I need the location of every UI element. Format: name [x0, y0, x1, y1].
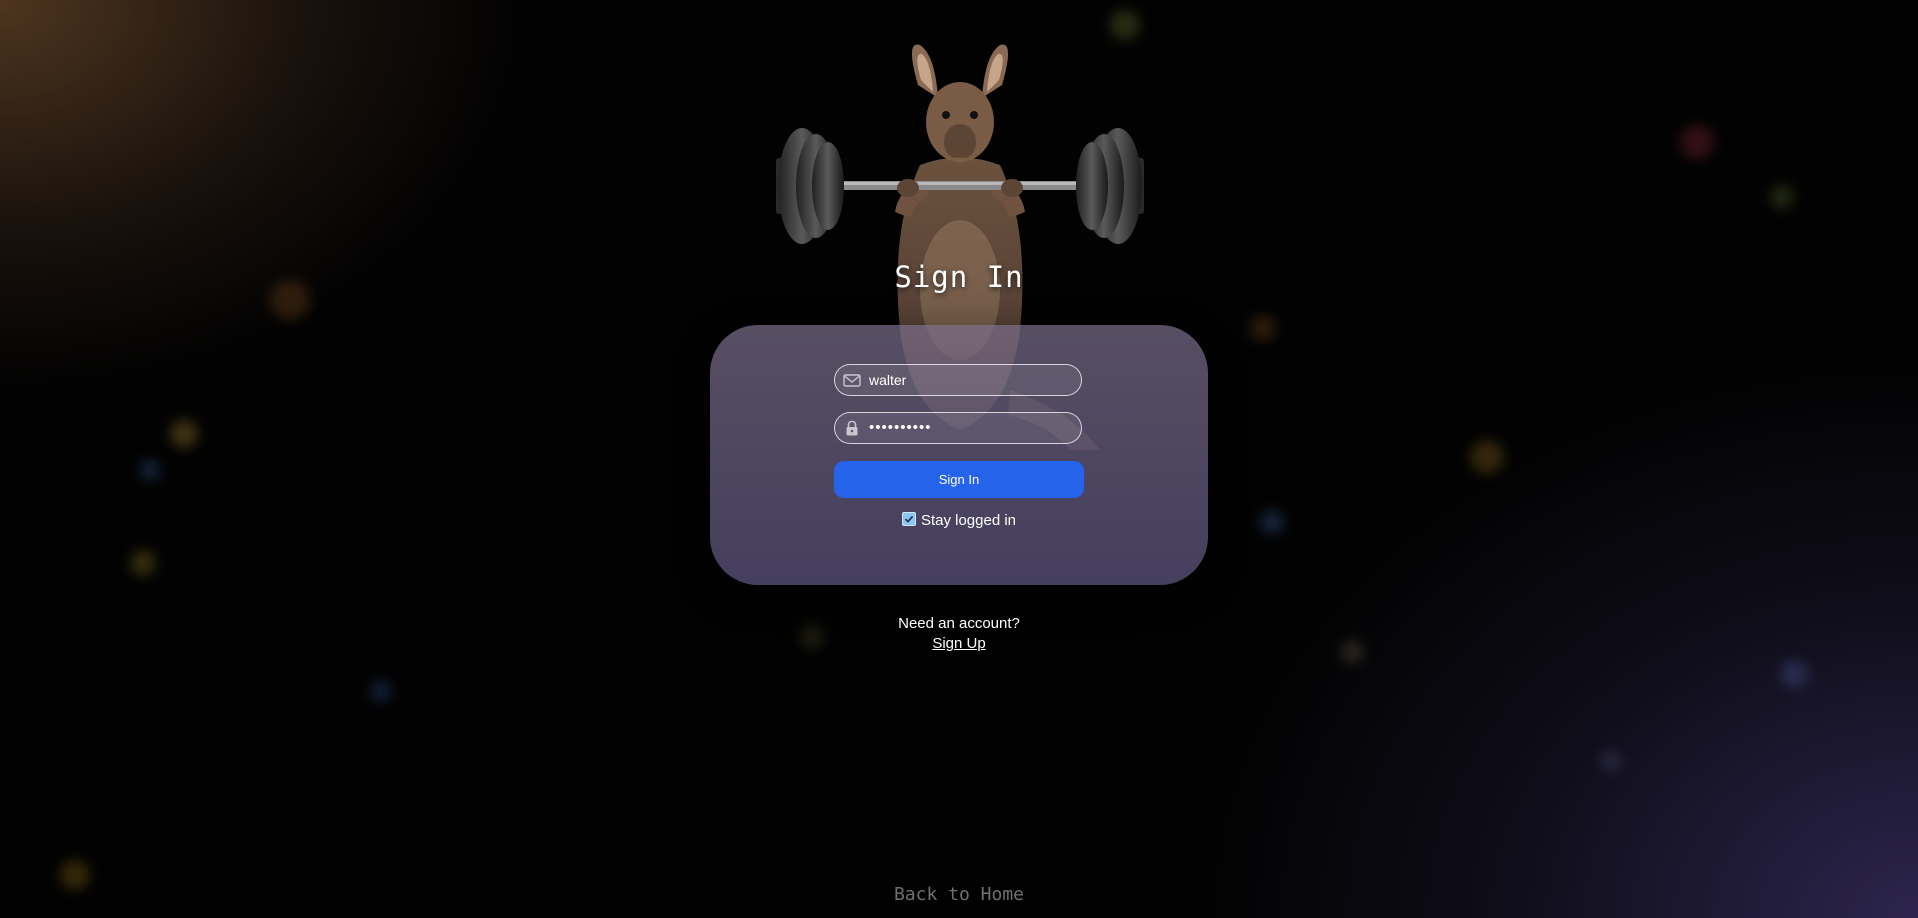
bokeh-light: [1250, 315, 1276, 341]
username-input[interactable]: [869, 365, 1074, 394]
checkmark-icon: [904, 515, 914, 523]
username-field[interactable]: [834, 364, 1082, 396]
bokeh-light: [1600, 750, 1622, 772]
sign-in-button[interactable]: Sign In: [834, 461, 1084, 498]
sign-up-link[interactable]: Sign Up: [932, 635, 985, 652]
bokeh-light: [140, 460, 160, 480]
sign-up-row: Sign Up: [0, 635, 1918, 653]
need-account-text: Need an account?: [898, 615, 1020, 632]
back-to-home-link[interactable]: Back to Home: [894, 884, 1024, 905]
stay-logged-in-row: Stay logged in: [0, 512, 1918, 529]
bokeh-light: [1470, 440, 1504, 474]
back-home-row: Back to Home: [0, 884, 1918, 905]
lock-icon: [846, 420, 858, 436]
envelope-icon: [843, 374, 861, 387]
bokeh-light: [370, 680, 392, 702]
bokeh-light: [1780, 660, 1808, 688]
sign-in-page: Sign In Sign In Stay logged in Need an a…: [0, 0, 1918, 918]
bokeh-light: [1680, 125, 1714, 159]
bokeh-light: [1770, 185, 1794, 209]
stay-logged-in-checkbox[interactable]: [901, 512, 916, 526]
password-input[interactable]: [869, 413, 1074, 442]
stay-logged-in-label[interactable]: Stay logged in: [921, 512, 1016, 529]
page-title: Sign In: [894, 260, 1024, 294]
password-field[interactable]: [834, 412, 1082, 444]
bokeh-light: [170, 420, 198, 448]
bokeh-light: [130, 550, 156, 576]
